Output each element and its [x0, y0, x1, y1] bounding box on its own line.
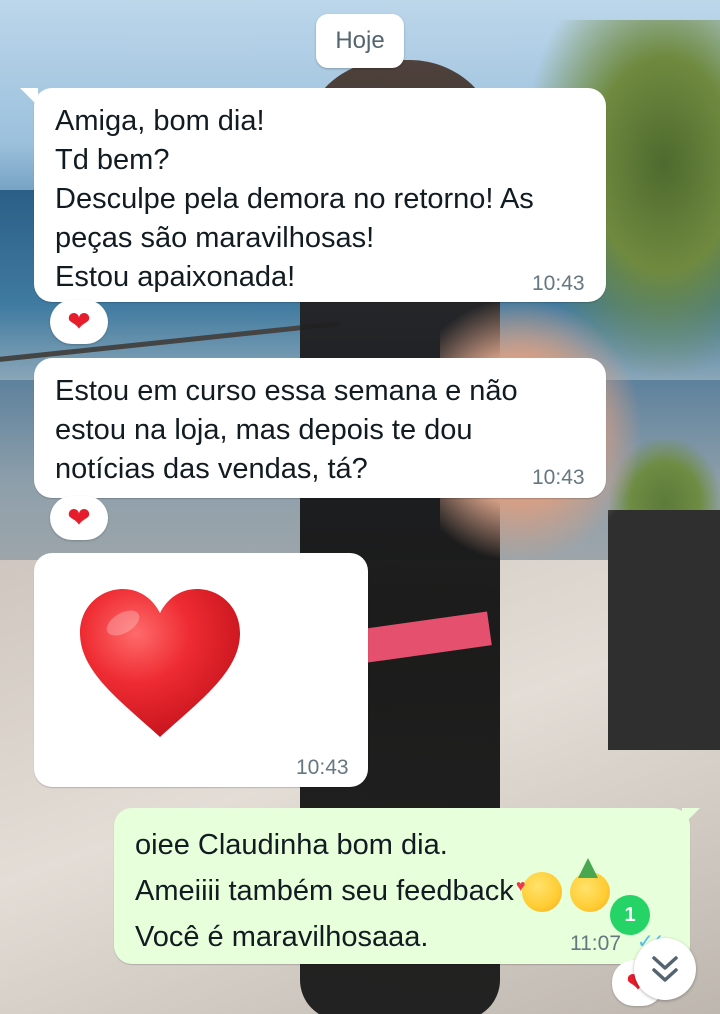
double-chevron-down-icon — [652, 956, 678, 982]
heart-icon: ❤ — [67, 306, 91, 337]
date-separator: Hoje — [316, 14, 404, 68]
message-time: 10:43 — [296, 756, 349, 779]
incoming-emoji-message[interactable]: 10:43 — [34, 553, 368, 787]
smiling-face-with-hearts-icon — [516, 864, 562, 913]
message-line: Ameiiii também seu feedback — [135, 875, 514, 907]
outgoing-message[interactable]: oiee Claudinha bom dia. Ameiiii também s… — [114, 808, 690, 964]
message-time: 10:43 — [532, 466, 585, 489]
red-heart-icon — [80, 589, 240, 737]
message-time: 10:43 — [532, 272, 585, 295]
message-text: Amiga, bom dia! Td bem? Desculpe pela de… — [55, 105, 534, 293]
scroll-to-bottom-button[interactable] — [634, 938, 696, 1000]
message-time: 11:07 — [570, 932, 621, 955]
message-reaction[interactable]: ❤ — [50, 496, 108, 540]
message-text: Estou em curso essa semana e não estou n… — [55, 375, 518, 485]
partying-face-icon — [569, 858, 610, 913]
unread-count-badge: 1 — [610, 895, 650, 935]
message-line-with-emoji: Ameiiii também seu feedback — [135, 858, 675, 914]
message-reaction[interactable]: ❤ — [50, 300, 108, 344]
incoming-message[interactable]: Estou em curso essa semana e não estou n… — [34, 358, 606, 498]
incoming-message[interactable]: Amiga, bom dia! Td bem? Desculpe pela de… — [34, 88, 606, 302]
heart-icon: ❤ — [67, 502, 91, 533]
